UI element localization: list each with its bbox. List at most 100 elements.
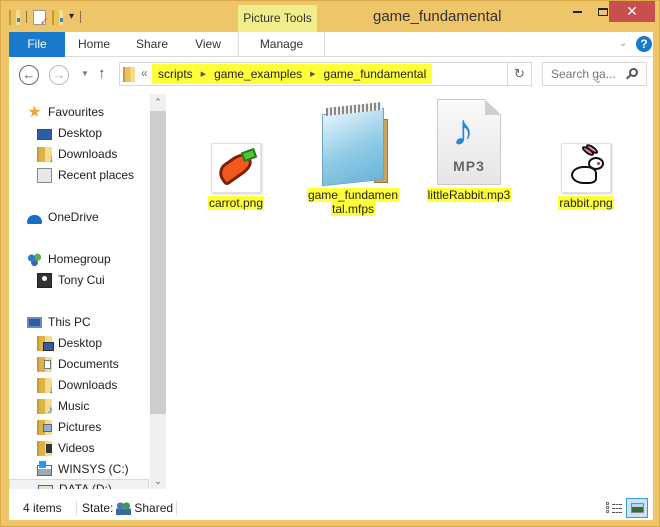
breadcrumb-separator-icon[interactable]: ▶ <box>201 70 206 78</box>
breadcrumb-game-fundamental[interactable]: game_fundamental <box>324 67 427 81</box>
overflow-chevron-icon[interactable]: « <box>141 66 148 80</box>
status-separator <box>76 501 77 515</box>
homegroup-icon <box>27 251 42 267</box>
breadcrumb-scripts[interactable]: scripts <box>158 67 193 81</box>
sidebar-item-pictures[interactable]: Pictures <box>37 417 101 437</box>
sidebar-item-label: Videos <box>58 441 95 455</box>
refresh-button[interactable]: ↻ <box>508 62 532 86</box>
properties-icon[interactable] <box>33 9 49 28</box>
sidebar-item-pc-desktop[interactable]: Desktop <box>37 333 102 353</box>
carrot-leaf-icon <box>240 147 258 163</box>
sidebar-item-label: Desktop <box>58 336 103 350</box>
sidebar-item-documents[interactable]: Documents <box>37 354 119 374</box>
sidebar-item-videos[interactable]: Videos <box>37 438 94 458</box>
sidebar-item-label: Desktop <box>58 126 103 140</box>
toolbar-separator <box>26 11 27 23</box>
pictures-folder-icon <box>37 419 52 435</box>
breadcrumb: scripts ▶ game_examples ▶ game_fundament… <box>152 64 433 84</box>
file-item-rabbit[interactable]: rabbit.png <box>536 142 636 210</box>
documents-folder-icon <box>37 356 52 372</box>
new-folder-icon[interactable] <box>52 9 63 25</box>
carrot-thumbnail <box>211 143 261 193</box>
thumbnail-view-icon <box>631 503 644 513</box>
maximize-icon <box>598 7 608 16</box>
item-count: 4 items <box>23 501 62 515</box>
sidebar-item-homegroup[interactable]: Homegroup <box>27 249 111 269</box>
tab-manage[interactable]: Manage <box>238 32 325 57</box>
navigation-pane-scrollbar[interactable]: ⌃ ⌄ <box>150 94 166 489</box>
music-folder-icon <box>37 398 53 416</box>
scroll-down-icon[interactable]: ⌄ <box>150 473 166 489</box>
sidebar-item-tony-cui[interactable]: Tony Cui <box>37 270 105 290</box>
share-state: State: Shared <box>82 501 173 515</box>
sidebar-item-favourites[interactable]: ★ Favourites <box>27 102 104 122</box>
content-area: ★ Favourites Desktop Downloads Recent pl… <box>9 94 653 499</box>
notepad-thumbnail <box>308 101 398 187</box>
ribbon: File Home Share View Manage ⌄ ? <box>9 32 653 57</box>
tab-share[interactable]: Share <box>131 32 173 57</box>
state-label: State: <box>82 501 114 515</box>
large-icons-view-button[interactable] <box>626 498 648 518</box>
title-bar: ▾ Picture Tools game_fundamental ✕ <box>1 1 660 32</box>
desktop-folder-icon <box>37 335 54 351</box>
sidebar-item-label: Tony Cui <box>58 273 105 287</box>
back-button[interactable]: ← <box>19 65 39 85</box>
sidebar-item-downloads[interactable]: Downloads <box>37 144 118 165</box>
search-box <box>542 62 647 86</box>
system-drive-icon <box>37 461 52 476</box>
tab-file[interactable]: File <box>9 32 65 57</box>
up-button[interactable]: ↑ <box>98 65 106 82</box>
sidebar-item-label: Music <box>58 399 90 413</box>
desktop-icon <box>37 128 52 140</box>
search-icon[interactable] <box>629 68 638 77</box>
sidebar-item-winsys-c[interactable]: WINSYS (C:) <box>37 459 129 479</box>
sidebar-item-label: WINSYS (C:) <box>58 462 129 476</box>
sidebar-item-recent-places[interactable]: Recent places <box>37 165 134 185</box>
sidebar-item-label: Downloads <box>58 147 118 161</box>
customize-toolbar-dropdown[interactable]: ▾ <box>69 11 74 23</box>
sidebar-item-label: Favourites <box>48 105 105 119</box>
sidebar-item-music[interactable]: Music <box>37 396 89 416</box>
file-item-little-rabbit[interactable]: ♪ MP3 littleRabbit.mp3 <box>419 99 519 202</box>
file-name: littleRabbit.mp3 <box>426 188 512 202</box>
sidebar-item-onedrive[interactable]: OneDrive <box>27 207 99 227</box>
forward-button[interactable]: → <box>49 65 69 85</box>
file-item-carrot[interactable]: carrot.png <box>186 143 286 210</box>
breadcrumb-game-examples[interactable]: game_examples <box>214 67 302 81</box>
folder-icon[interactable] <box>9 9 20 25</box>
downloads-folder-icon <box>37 377 54 396</box>
scroll-up-icon[interactable]: ⌃ <box>150 94 166 110</box>
sidebar-item-desktop[interactable]: Desktop <box>37 123 102 143</box>
expand-ribbon-icon[interactable]: ⌄ <box>619 38 627 49</box>
help-icon[interactable]: ? <box>636 36 652 52</box>
quick-access-toolbar: ▾ <box>9 7 82 28</box>
minimize-button[interactable] <box>564 1 590 22</box>
explorer-window: ▾ Picture Tools game_fundamental ✕ File … <box>0 0 660 527</box>
mp3-badge: MP3 <box>453 158 485 174</box>
tab-home[interactable]: Home <box>71 32 117 57</box>
toolbar-separator <box>80 11 82 23</box>
sidebar-item-label: Documents <box>58 357 119 371</box>
picture-tools-tab-group: Picture Tools <box>238 5 317 32</box>
onedrive-icon <box>27 214 42 224</box>
sidebar-item-label: OneDrive <box>48 210 99 224</box>
sidebar-item-label: This PC <box>48 315 91 329</box>
sidebar-item-pc-downloads[interactable]: Downloads <box>37 375 117 396</box>
downloads-folder-icon <box>37 146 54 165</box>
file-item-game-fundamental[interactable]: game_fundamen tal.mfps <box>303 101 403 216</box>
search-input[interactable] <box>543 63 627 85</box>
breadcrumb-separator-icon[interactable]: ▶ <box>310 70 315 78</box>
file-name: rabbit.png <box>558 196 614 210</box>
tab-view[interactable]: View <box>189 32 227 57</box>
close-button[interactable]: ✕ <box>609 1 655 22</box>
scroll-thumb[interactable] <box>150 111 166 414</box>
details-view-button[interactable] <box>606 502 622 514</box>
navigation-bar: ← → ▼ ↑ « scripts ▶ game_examples ▶ game… <box>9 57 653 94</box>
status-bar: 4 items State: Shared <box>9 496 653 520</box>
sidebar-item-this-pc[interactable]: This PC <box>27 312 91 332</box>
navigation-pane: ★ Favourites Desktop Downloads Recent pl… <box>9 94 167 499</box>
address-bar[interactable]: « scripts ▶ game_examples ▶ game_fundame… <box>119 62 602 86</box>
rabbit-thumbnail <box>561 142 611 193</box>
rabbit-head-icon <box>588 157 604 170</box>
recent-locations-dropdown[interactable]: ▼ <box>81 69 89 78</box>
